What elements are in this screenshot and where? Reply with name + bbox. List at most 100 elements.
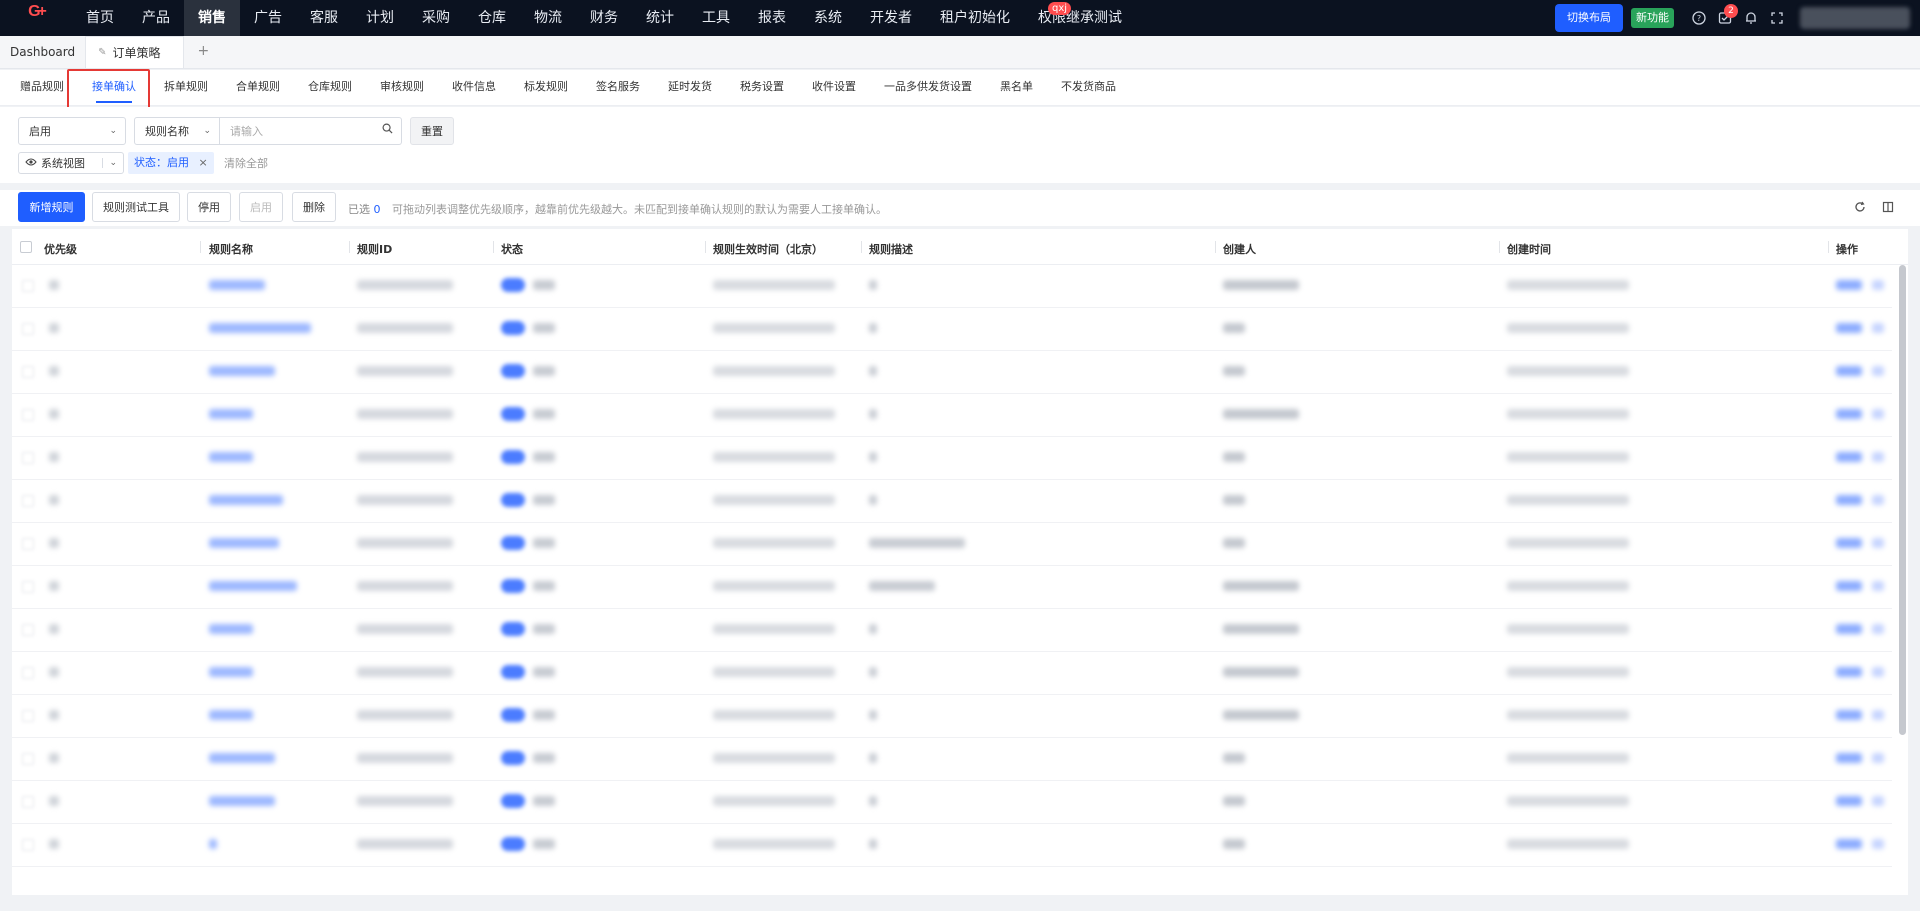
subnav-item-12[interactable]: 一品多供发货设置	[870, 70, 986, 106]
table-row[interactable]	[12, 437, 1892, 480]
row-checkbox[interactable]	[22, 624, 34, 636]
nav-item-0[interactable]: 首页	[72, 0, 128, 36]
tab-order-strategy[interactable]: ✎ 订单策略	[85, 36, 184, 68]
status-select[interactable]: 启用 ⌄	[18, 117, 126, 145]
row-status-toggle[interactable]	[501, 665, 525, 679]
switch-layout-button[interactable]: 切换布局	[1555, 4, 1623, 32]
nav-item-13[interactable]: 系统	[800, 0, 856, 36]
row-rule-name-link[interactable]	[209, 624, 253, 634]
subnav-item-11[interactable]: 收件设置	[798, 70, 870, 106]
row-edit-action[interactable]	[1836, 710, 1862, 720]
row-checkbox[interactable]	[22, 839, 34, 851]
search-input[interactable]	[220, 117, 402, 145]
row-more-icon[interactable]	[1872, 495, 1884, 505]
row-checkbox[interactable]	[22, 323, 34, 335]
row-checkbox[interactable]	[22, 538, 34, 550]
subnav-item-0[interactable]: 赠品规则	[6, 70, 78, 106]
subnav-item-7[interactable]: 标发规则	[510, 70, 582, 106]
nav-item-1[interactable]: 产品	[128, 0, 184, 36]
row-status-toggle[interactable]	[501, 450, 525, 464]
fullscreen-icon[interactable]	[1764, 0, 1790, 36]
row-more-icon[interactable]	[1872, 409, 1884, 419]
rule-test-tool-button[interactable]: 规则测试工具	[92, 192, 180, 222]
task-icon[interactable]: 2	[1712, 0, 1738, 36]
enable-button[interactable]: 启用	[239, 192, 283, 222]
app-logo[interactable]: G+	[0, 0, 72, 36]
row-status-toggle[interactable]	[501, 407, 525, 421]
row-status-toggle[interactable]	[501, 536, 525, 550]
vertical-scrollbar[interactable]	[1899, 265, 1906, 735]
subnav-item-3[interactable]: 合单规则	[222, 70, 294, 106]
subnav-item-5[interactable]: 审核规则	[366, 70, 438, 106]
row-more-icon[interactable]	[1872, 796, 1884, 806]
subnav-item-6[interactable]: 收件信息	[438, 70, 510, 106]
subnav-item-14[interactable]: 不发货商品	[1047, 70, 1130, 106]
row-status-toggle[interactable]	[501, 794, 525, 808]
row-status-toggle[interactable]	[501, 321, 525, 335]
subnav-item-13[interactable]: 黑名单	[986, 70, 1047, 106]
row-more-icon[interactable]	[1872, 753, 1884, 763]
row-edit-action[interactable]	[1836, 366, 1862, 376]
subnav-item-4[interactable]: 仓库规则	[294, 70, 366, 106]
nav-item-9[interactable]: 财务	[576, 0, 632, 36]
subnav-item-9[interactable]: 延时发货	[654, 70, 726, 106]
row-rule-name-link[interactable]	[209, 710, 253, 720]
nav-item-12[interactable]: 报表	[744, 0, 800, 36]
subnav-item-10[interactable]: 税务设置	[726, 70, 798, 106]
row-rule-name-link[interactable]	[209, 667, 253, 677]
table-row[interactable]	[12, 566, 1892, 609]
row-checkbox[interactable]	[22, 280, 34, 292]
row-edit-action[interactable]	[1836, 495, 1862, 505]
row-more-icon[interactable]	[1872, 839, 1884, 849]
row-rule-name-link[interactable]	[209, 581, 297, 591]
row-rule-name-link[interactable]	[209, 452, 253, 462]
row-checkbox[interactable]	[22, 710, 34, 722]
row-rule-name-link[interactable]	[209, 839, 217, 849]
row-edit-action[interactable]	[1836, 452, 1862, 462]
row-checkbox[interactable]	[22, 581, 34, 593]
table-row[interactable]	[12, 781, 1892, 824]
row-status-toggle[interactable]	[501, 622, 525, 636]
row-checkbox[interactable]	[22, 452, 34, 464]
row-more-icon[interactable]	[1872, 624, 1884, 634]
row-more-icon[interactable]	[1872, 667, 1884, 677]
row-checkbox[interactable]	[22, 366, 34, 378]
table-row[interactable]	[12, 695, 1892, 738]
row-rule-name-link[interactable]	[209, 495, 283, 505]
view-select[interactable]: 系统视图 ⌄	[18, 152, 124, 174]
bell-icon[interactable]	[1738, 0, 1764, 36]
table-row[interactable]	[12, 308, 1892, 351]
row-status-toggle[interactable]	[501, 751, 525, 765]
status-filter-chip[interactable]: 状态：启用 ×	[128, 152, 214, 174]
search-icon[interactable]	[382, 123, 393, 137]
row-rule-name-link[interactable]	[209, 323, 311, 333]
nav-item-11[interactable]: 工具	[688, 0, 744, 36]
row-rule-name-link[interactable]	[209, 753, 275, 763]
table-row[interactable]	[12, 480, 1892, 523]
close-icon[interactable]: ×	[199, 156, 208, 169]
row-edit-action[interactable]	[1836, 323, 1862, 333]
add-rule-button[interactable]: 新增规则	[18, 192, 85, 222]
row-status-toggle[interactable]	[501, 493, 525, 507]
add-tab-icon[interactable]: +	[184, 36, 224, 68]
row-more-icon[interactable]	[1872, 366, 1884, 376]
column-settings-icon[interactable]	[1882, 201, 1894, 216]
table-row[interactable]	[12, 351, 1892, 394]
help-icon[interactable]: ?	[1686, 0, 1712, 36]
row-more-icon[interactable]	[1872, 538, 1884, 548]
row-status-toggle[interactable]	[501, 579, 525, 593]
tab-dashboard[interactable]: Dashboard	[0, 36, 85, 68]
row-checkbox[interactable]	[22, 667, 34, 679]
nav-item-7[interactable]: 仓库	[464, 0, 520, 36]
row-edit-action[interactable]	[1836, 839, 1862, 849]
row-edit-action[interactable]	[1836, 409, 1862, 419]
nav-item-15[interactable]: 租户初始化	[926, 0, 1024, 36]
row-status-toggle[interactable]	[501, 837, 525, 851]
row-status-toggle[interactable]	[501, 708, 525, 722]
row-edit-action[interactable]	[1836, 624, 1862, 634]
row-more-icon[interactable]	[1872, 280, 1884, 290]
row-rule-name-link[interactable]	[209, 366, 275, 376]
row-edit-action[interactable]	[1836, 753, 1862, 763]
table-row[interactable]	[12, 652, 1892, 695]
new-feature-badge[interactable]: 新功能	[1631, 8, 1674, 28]
